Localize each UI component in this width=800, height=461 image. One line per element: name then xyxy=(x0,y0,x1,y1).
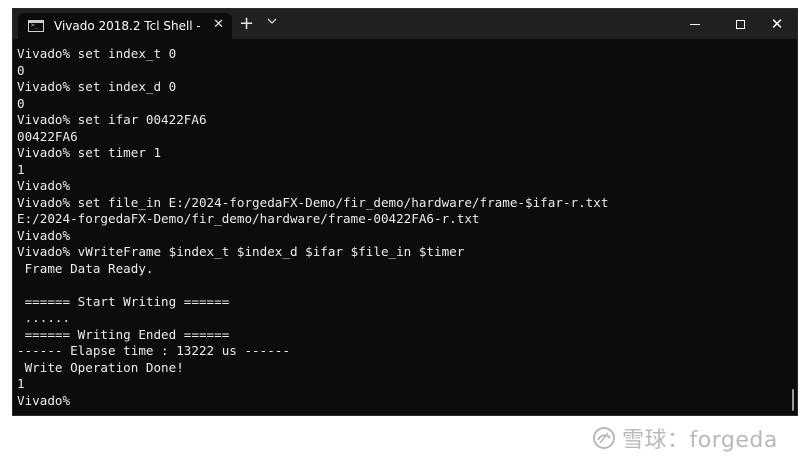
terminal-window: Vivado 2018.2 Tcl Shell - ( ✕ + ✕ Vivado… xyxy=(12,8,798,416)
chevron-down-svg xyxy=(267,18,277,24)
console-line: ====== Writing Ended ====== xyxy=(17,326,230,342)
watermark: 雪球：forgeda xyxy=(592,422,778,454)
console-line: Vivado% set file_in E:/2024-forgedaFX-De… xyxy=(17,194,609,210)
console-line: Vivado% set index_d 0 xyxy=(17,79,177,94)
maximize-icon xyxy=(735,19,745,29)
console-line: Vivado% xyxy=(17,392,71,408)
console-line: ------ Elapse time : 13222 us ------ xyxy=(17,343,290,358)
new-tab-button[interactable]: + xyxy=(239,14,254,34)
minimize-button[interactable] xyxy=(673,9,717,39)
console-line: Vivado% vWriteFrame $index_t $index_d $i… xyxy=(17,244,465,259)
console-line: E:/2024-forgedaFX-Demo/fir_demo/hardware… xyxy=(17,211,480,226)
console-line: Vivado% set index_t 0 xyxy=(17,46,177,61)
terminal-icon xyxy=(28,20,44,32)
watermark-text: 雪球：forgeda xyxy=(622,428,778,453)
snowball-logo-icon xyxy=(593,427,615,449)
console-line: 0 xyxy=(17,95,25,111)
tab-title: Vivado 2018.2 Tcl Shell - ( xyxy=(54,19,200,33)
console-line: Vivado% set ifar 00422FA6 xyxy=(17,112,207,127)
console-line: Frame Data Ready. xyxy=(17,260,154,276)
scrollbar-thumb[interactable] xyxy=(792,389,794,411)
console-line: 00422FA6 xyxy=(17,128,78,144)
console-line: ...... xyxy=(17,310,71,325)
tab-close-icon[interactable]: ✕ xyxy=(213,17,224,32)
console-line: 0 xyxy=(17,62,25,78)
title-bar[interactable]: Vivado 2018.2 Tcl Shell - ( ✕ + ✕ xyxy=(13,9,797,39)
console-line: Vivado% xyxy=(17,227,71,243)
close-button[interactable]: ✕ xyxy=(755,9,797,39)
close-icon: ✕ xyxy=(770,14,784,33)
console-line: Vivado% xyxy=(17,178,71,193)
console-line: ====== Start Writing ====== xyxy=(17,293,230,309)
console-line: 1 xyxy=(17,161,25,177)
console-line: 1 xyxy=(17,376,25,391)
chevron-down-icon[interactable] xyxy=(267,17,277,28)
console-line: Vivado% set timer 1 xyxy=(17,145,162,160)
minimize-icon xyxy=(690,23,700,25)
console-output[interactable]: Vivado% set index_t 0 0 Vivado% set inde… xyxy=(17,46,787,411)
tab-vivado-tcl-shell[interactable]: Vivado 2018.2 Tcl Shell - ( ✕ xyxy=(18,13,232,39)
console-line: Write Operation Done! xyxy=(17,359,184,375)
